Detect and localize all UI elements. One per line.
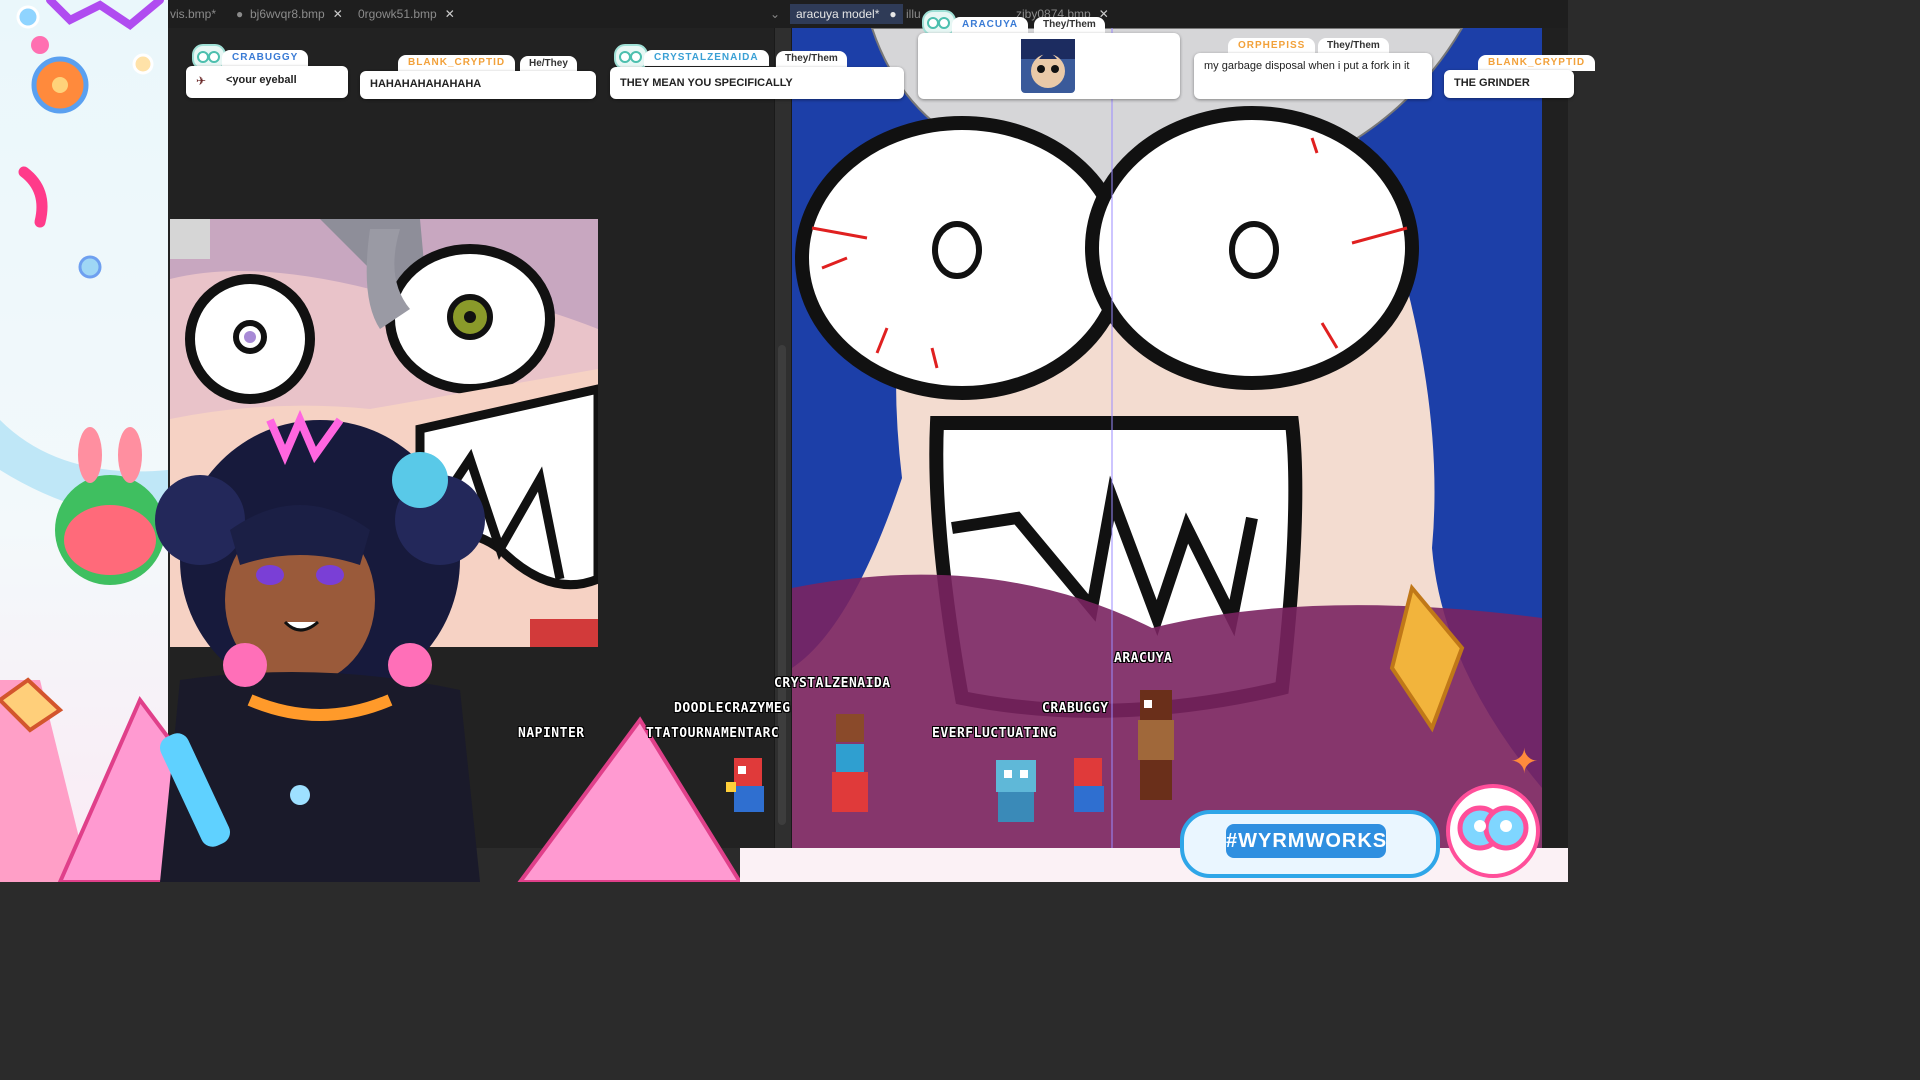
chat-message-text: my garbage disposal when i put a fork in…	[1204, 60, 1410, 72]
chat-message-card: THE GRINDER	[1444, 70, 1574, 98]
chat-username: ARACUYA	[952, 17, 1029, 33]
vtuber-avatar-art	[55, 409, 744, 884]
tab-label: illu	[906, 7, 921, 21]
emote-icon: ✈	[196, 74, 207, 88]
close-icon[interactable]: ✕	[445, 7, 455, 21]
chat-message-text: THEY MEAN YOU SPECIFICALLY	[620, 77, 793, 89]
viewer-sprite	[720, 752, 776, 829]
chat-message-text: THE GRINDER	[1454, 77, 1530, 89]
chat-username: BLANK_CRYPTID	[1478, 55, 1596, 71]
modified-dot-icon: ●	[889, 7, 897, 21]
eyes-logo-icon	[1457, 805, 1529, 851]
hashtag-label: #WYRMWORKS	[1226, 824, 1386, 858]
viewer-name: DOODLECRAZYMEG	[674, 701, 791, 716]
chat-pronouns: They/Them	[1034, 17, 1105, 33]
viewer-sprite	[822, 708, 878, 833]
tab-overflow-chevron[interactable]: ⌄	[770, 4, 780, 24]
viewer-sprite	[1126, 680, 1186, 815]
chat-message-card: HAHAHAHAHAHAHA	[360, 71, 596, 99]
tab-label: vis.bmp*	[170, 7, 217, 21]
viewer-sprite	[1060, 752, 1116, 829]
chat-message-card: my garbage disposal when i put a fork in…	[1194, 53, 1432, 99]
tab-illu[interactable]: illu	[906, 4, 921, 24]
channel-logo-icon	[1446, 784, 1540, 878]
right-scrollbar[interactable]	[1542, 28, 1568, 848]
tab-vis[interactable]: vis.bmp* ●	[170, 4, 243, 24]
viewer-name: EVERFLUCTUATING	[932, 726, 1057, 741]
tab-aracuya-model[interactable]: aracuya model* ●	[790, 4, 903, 24]
viewer-sprite	[986, 752, 1046, 833]
tab-label: bj6wvqr8.bmp	[250, 7, 325, 21]
sticker-emote	[1021, 39, 1075, 93]
tab-0rgowk51[interactable]: 0rgowk51.bmp ✕	[358, 4, 455, 24]
avatar-emote-icon	[1021, 39, 1075, 88]
viewer-name: CRABUGGY	[1042, 701, 1109, 716]
tab-label: 0rgowk51.bmp	[358, 7, 437, 21]
chat-pronouns: They/Them	[776, 51, 847, 67]
chat-pronouns: They/Them	[1318, 38, 1389, 54]
viewer-name: TTATOURNAMENTARC	[646, 726, 780, 741]
chat-message-card: <your eyeball ✈	[186, 66, 348, 98]
chat-username: CRYSTALZENAIDA	[644, 50, 769, 66]
chat-username: ORPHEPISS	[1228, 38, 1316, 54]
chat-username: BLANK_CRYPTID	[398, 55, 516, 71]
viewer-name: NAPINTER	[518, 726, 585, 741]
close-icon[interactable]: ✕	[333, 7, 343, 21]
vtuber-avatar	[0, 400, 760, 884]
viewer-name: CRYSTALZENAIDA	[774, 676, 891, 691]
scrollbar-thumb[interactable]	[778, 345, 786, 825]
star-sparkle-icon: ✦	[1510, 743, 1539, 781]
chat-message-text: <your eyeball	[226, 74, 297, 86]
chat-username: CRABUGGY	[222, 50, 309, 66]
tab-bj6wvqr8[interactable]: bj6wvqr8.bmp ✕	[250, 4, 343, 24]
chat-pronouns: He/They	[520, 56, 577, 72]
chat-message-card	[918, 33, 1180, 99]
chat-message-text: HAHAHAHAHAHAHA	[370, 78, 482, 90]
document-tab-bar: vis.bmp* ● bj6wvqr8.bmp ✕ 0rgowk51.bmp ✕ ⌄ …	[168, 0, 1568, 29]
tab-label: aracuya model*	[796, 7, 880, 21]
overlay-bottom-strip	[740, 848, 1568, 882]
modified-dot-icon: ●	[236, 7, 244, 21]
chat-message-card: THEY MEAN YOU SPECIFICALLY	[610, 67, 904, 99]
viewer-name: ARACUYA	[1114, 651, 1173, 666]
